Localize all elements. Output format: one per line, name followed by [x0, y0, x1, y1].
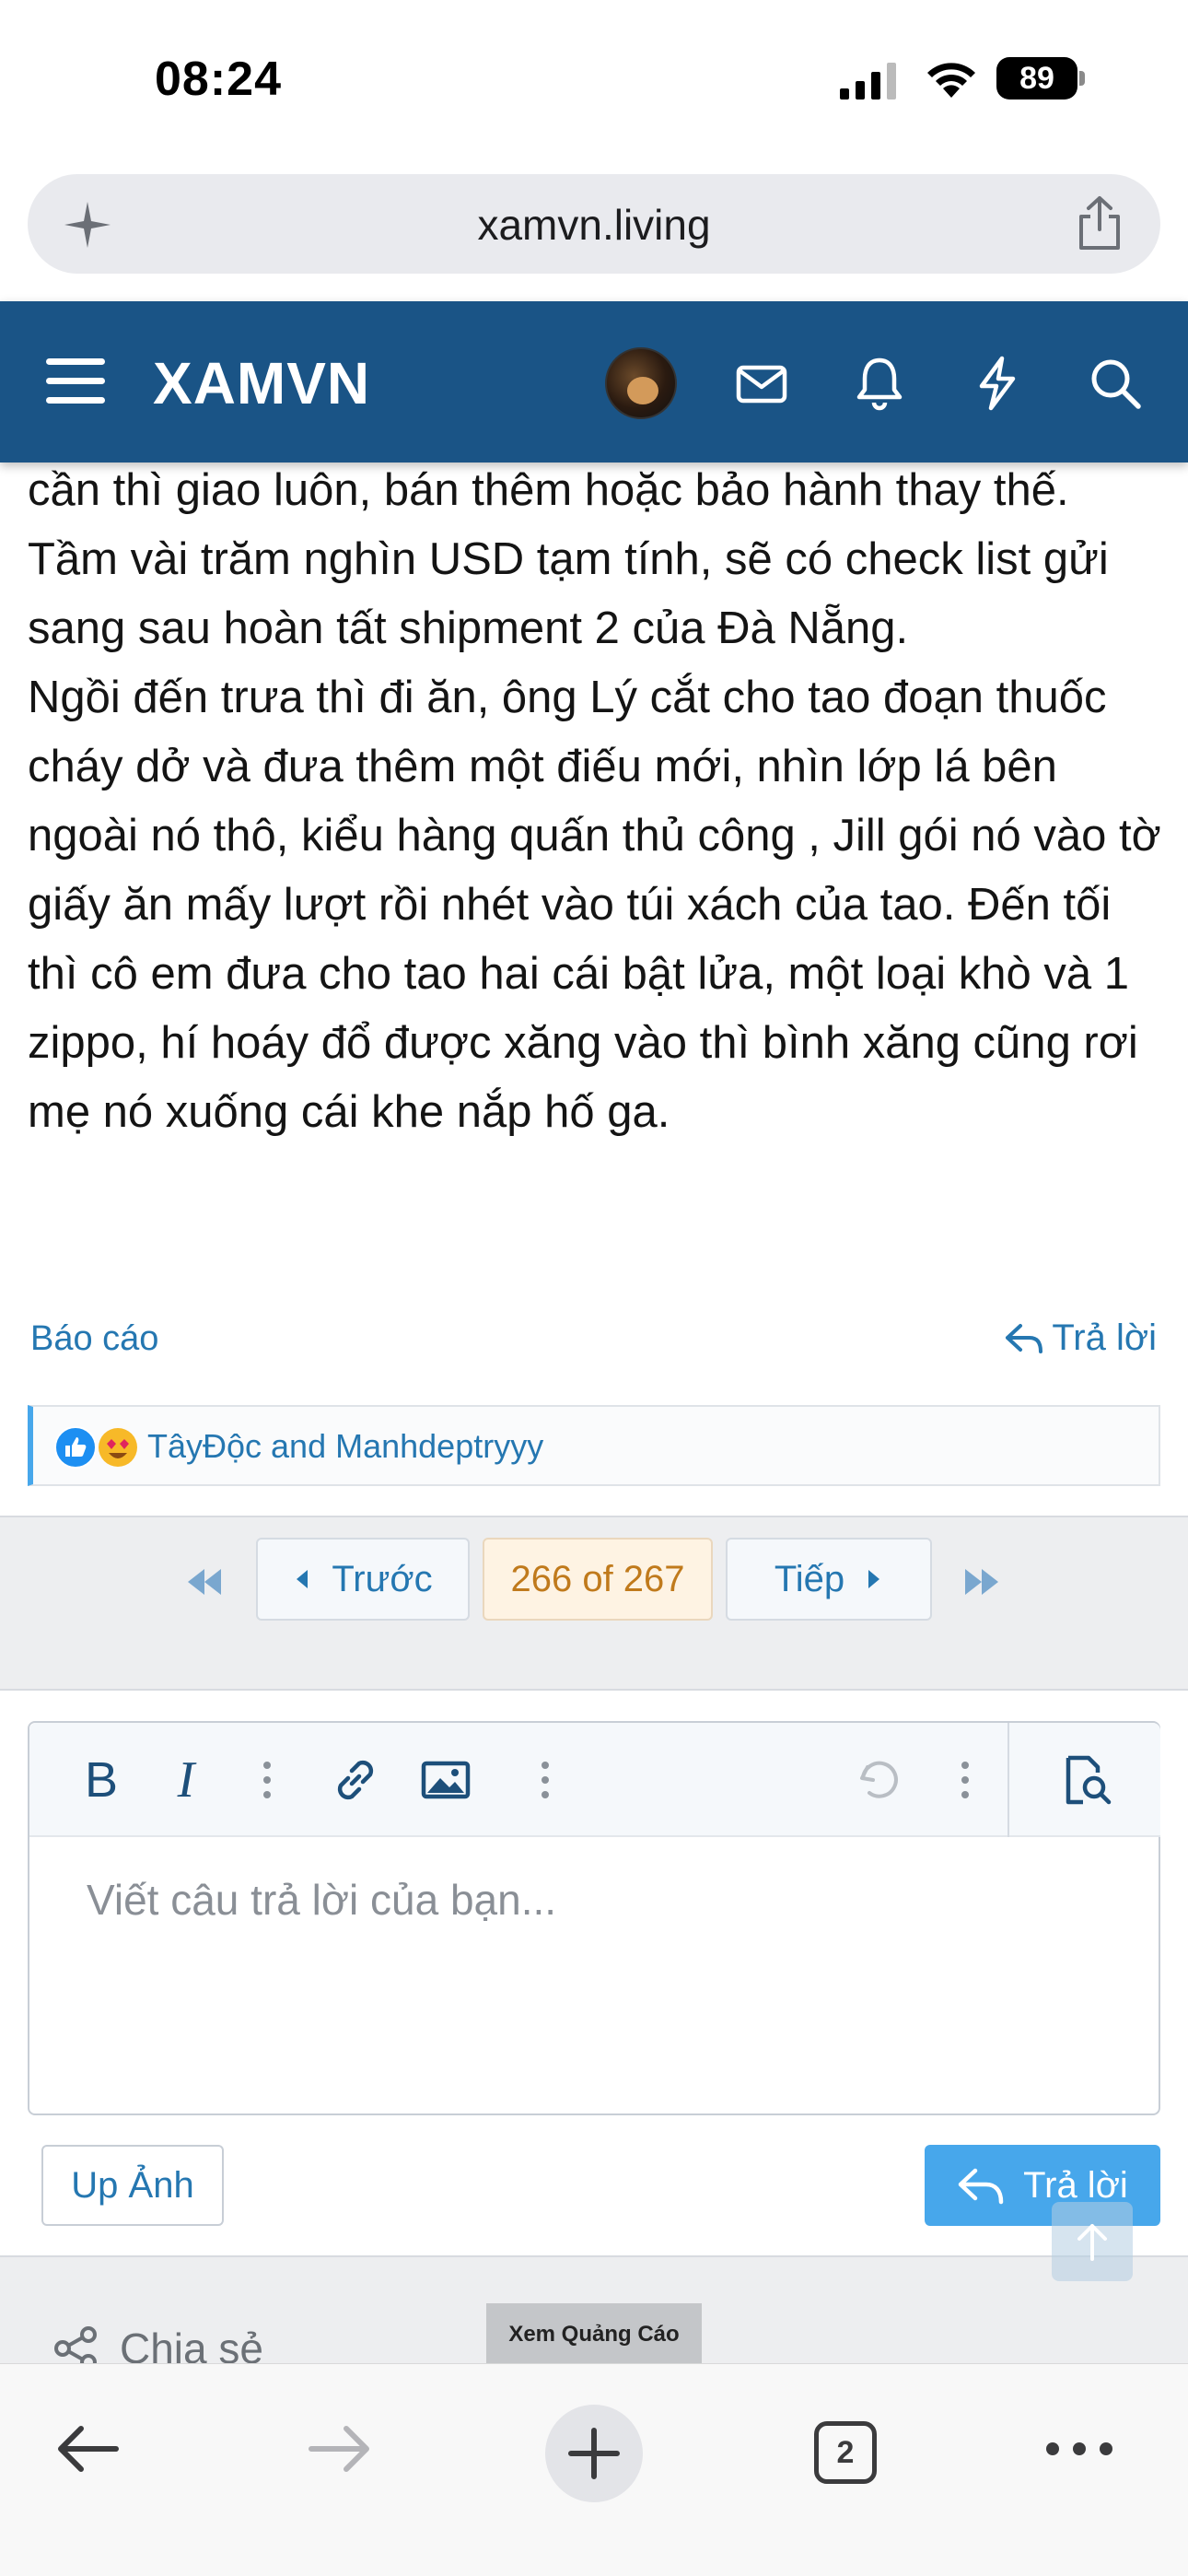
- upload-image-button[interactable]: Up Ảnh: [41, 2145, 224, 2226]
- italic-button[interactable]: I: [158, 1751, 214, 1809]
- reactions-text[interactable]: TâyĐộc and Manhdeptryyy: [147, 1427, 543, 1466]
- menu-icon[interactable]: [46, 358, 105, 404]
- reply-link-label: Trả lời: [1052, 1317, 1157, 1358]
- search-icon[interactable]: [1087, 355, 1144, 412]
- bold-button[interactable]: B: [74, 1751, 129, 1809]
- post-paragraph: Ngồi đến trưa thì đi ăn, ông Lý cắt cho …: [28, 673, 1161, 1137]
- next-page-button[interactable]: Tiếp: [726, 1538, 932, 1621]
- more-options-icon[interactable]: [258, 1751, 276, 1809]
- first-page-icon[interactable]: [177, 1554, 232, 1610]
- share-icon[interactable]: [1076, 194, 1124, 252]
- last-page-icon[interactable]: [954, 1554, 1009, 1610]
- current-page[interactable]: 266 of 267: [483, 1538, 713, 1621]
- image-icon[interactable]: [416, 1751, 475, 1809]
- cellular-signal-icon: [840, 63, 896, 100]
- pagination: Trước 266 of 267 Tiếp: [0, 1516, 1188, 1691]
- next-page-label: Tiếp: [774, 1558, 845, 1599]
- prev-page-label: Trước: [332, 1558, 433, 1599]
- site-header: XAMVN: [0, 301, 1188, 463]
- ad-button[interactable]: Xem Quảng Cáo: [486, 2303, 702, 2366]
- caret-right-icon: [868, 1570, 880, 1588]
- forward-arrow-icon[interactable]: [306, 2419, 374, 2478]
- reactions-bar[interactable]: TâyĐộc and Manhdeptryyy: [28, 1405, 1160, 1486]
- editor-toolbar: B I: [29, 1723, 1160, 1837]
- prev-page-button[interactable]: Trước: [256, 1538, 470, 1621]
- status-time: 08:24: [155, 53, 282, 106]
- scroll-to-top-button[interactable]: [1052, 2202, 1133, 2281]
- tabs-button[interactable]: 2: [814, 2421, 877, 2484]
- post-paragraph: cần thì giao luôn, bán thêm hoặc bảo hàn…: [28, 465, 1109, 653]
- battery-level: 89: [996, 57, 1077, 100]
- bell-icon[interactable]: [851, 355, 908, 412]
- avatar[interactable]: [605, 347, 677, 419]
- battery-icon: 89: [996, 57, 1085, 100]
- site-logo[interactable]: XAMVN: [153, 349, 370, 417]
- preview-icon: [1066, 1755, 1112, 1805]
- status-bar: 08:24 89: [0, 0, 1188, 161]
- url-text[interactable]: xamvn.living: [28, 200, 1160, 250]
- reply-editor[interactable]: B I Viết câu trả lời của bạn...: [28, 1721, 1160, 2115]
- like-love-reaction-icon: [54, 1426, 137, 1469]
- address-bar[interactable]: xamvn.living: [28, 174, 1160, 274]
- reply-icon: [1006, 1323, 1043, 1353]
- post-actions: Báo cáo Trả lời: [0, 1316, 1188, 1371]
- mail-icon[interactable]: [733, 355, 790, 412]
- submit-reply-label: Trả lời: [1023, 2164, 1128, 2206]
- reply-link[interactable]: Trả lời: [1004, 1317, 1157, 1359]
- new-tab-button[interactable]: [545, 2405, 643, 2502]
- arrow-up-icon: [1077, 2224, 1107, 2261]
- browser-toolbar: 2: [0, 2363, 1188, 2576]
- link-icon[interactable]: [326, 1751, 385, 1809]
- post-body: cần thì giao luôn, bán thêm hoặc bảo hàn…: [28, 456, 1170, 1147]
- more-history-icon[interactable]: [956, 1751, 974, 1809]
- preview-toggle[interactable]: [1007, 1723, 1160, 1837]
- report-link[interactable]: Báo cáo: [30, 1319, 158, 1359]
- more-insert-icon[interactable]: [536, 1751, 554, 1809]
- reply-icon: [958, 2168, 1004, 2205]
- more-menu-icon[interactable]: [1046, 2438, 1112, 2460]
- reply-placeholder[interactable]: Viết câu trả lời của bạn...: [87, 1875, 556, 1925]
- plus-icon: [568, 2428, 620, 2479]
- wifi-icon: [927, 63, 975, 98]
- caret-left-icon: [297, 1570, 309, 1588]
- undo-icon[interactable]: [849, 1751, 908, 1809]
- back-arrow-icon[interactable]: [53, 2419, 122, 2478]
- lightning-icon[interactable]: [969, 355, 1026, 412]
